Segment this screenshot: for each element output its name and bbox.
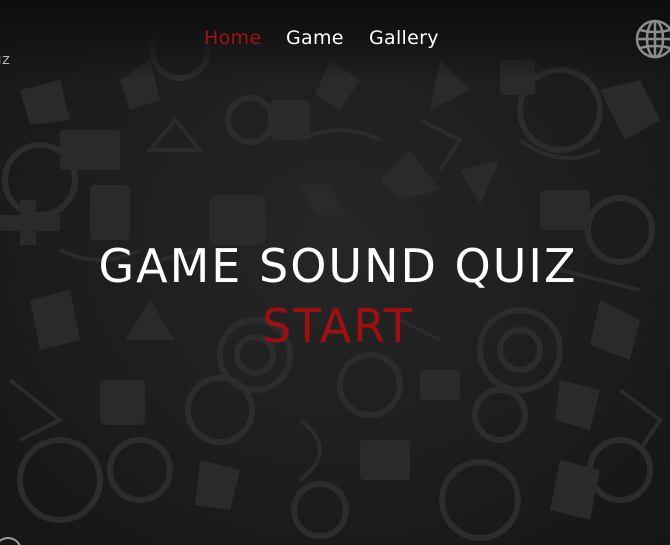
page-title: GAME SOUND QUIZ (98, 239, 578, 293)
globe-icon[interactable] (634, 18, 670, 60)
nav-game-link[interactable]: Game (286, 27, 369, 49)
nav-gallery-link[interactable]: Gallery (369, 27, 439, 49)
start-button[interactable]: START (0, 298, 670, 354)
page: IZ Home Game Gallery GAME SOUND QUIZ STA… (0, 0, 670, 545)
main-nav: Home Game Gallery (204, 27, 439, 49)
site-logo[interactable]: IZ (0, 54, 11, 67)
nav-home-link[interactable]: Home (204, 27, 286, 49)
